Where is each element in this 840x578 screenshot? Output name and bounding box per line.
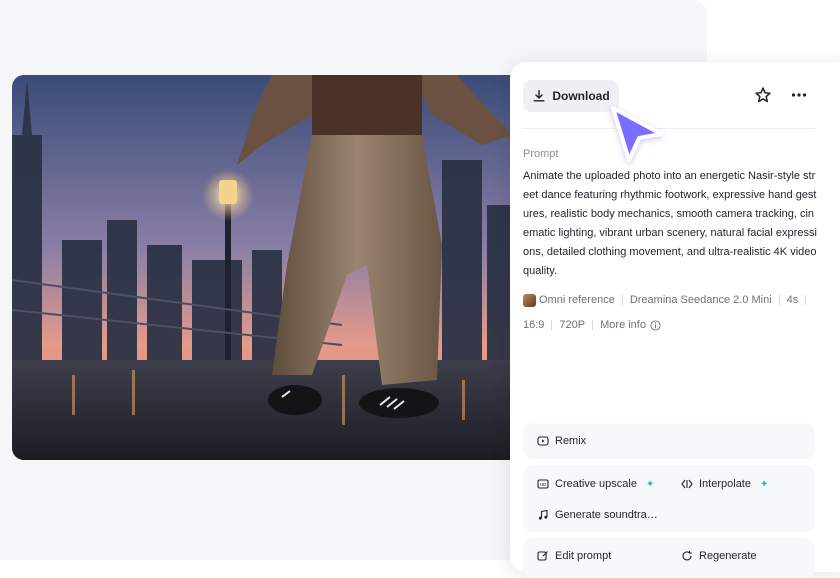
duration: 4s xyxy=(786,294,799,306)
download-icon xyxy=(533,90,545,102)
interpolate-button[interactable]: Interpolate ✦ xyxy=(681,478,768,490)
generate-soundtrack-button[interactable]: Generate soundtra… xyxy=(537,509,658,521)
prompt-label: Prompt xyxy=(523,148,559,160)
prompt-text: Animate the uploaded photo into an energ… xyxy=(523,170,817,277)
video-preview[interactable] xyxy=(12,75,532,460)
edit-icon xyxy=(537,551,548,561)
remix-card: Remix xyxy=(523,423,815,459)
detail-panel: Download Prompt Animate the uploaded pho… xyxy=(510,62,840,578)
regenerate-icon xyxy=(682,550,692,561)
more-dots-icon[interactable] xyxy=(790,86,808,104)
more-info-link[interactable]: More info xyxy=(600,319,646,331)
upscale-icon: HD xyxy=(537,479,549,489)
sparkle-icon: ✦ xyxy=(645,478,655,490)
omni-reference-thumbnail xyxy=(523,293,536,307)
download-button[interactable]: Download xyxy=(523,80,619,112)
download-label: Download xyxy=(552,89,610,103)
regenerate-label: Regenerate xyxy=(699,550,757,562)
edit-prompt-label: Edit prompt xyxy=(555,550,612,562)
creative-upscale-button[interactable]: HD Creative upscale ✦ xyxy=(537,478,654,490)
creative-upscale-label: Creative upscale xyxy=(555,478,637,490)
star-icon[interactable] xyxy=(754,86,772,104)
edit-card: Edit prompt Regenerate xyxy=(523,538,815,578)
remix-icon xyxy=(537,436,549,446)
interpolate-icon xyxy=(681,479,693,489)
model-name: Dreamina Seedance 2.0 Mini xyxy=(629,294,772,306)
meta-row-2: 16:9 720P More info xyxy=(523,317,661,333)
remix-button[interactable]: Remix xyxy=(537,435,586,447)
sparkle-icon: ✦ xyxy=(759,478,769,490)
edit-prompt-button[interactable]: Edit prompt xyxy=(537,550,611,562)
generate-soundtrack-label: Generate soundtra… xyxy=(555,509,658,521)
interpolate-label: Interpolate xyxy=(699,478,751,490)
regenerate-button[interactable]: Regenerate xyxy=(681,550,757,562)
omni-reference-label[interactable]: Omni reference xyxy=(539,294,615,306)
info-icon xyxy=(650,319,661,331)
header-divider xyxy=(523,128,815,129)
svg-text:HD: HD xyxy=(540,482,547,487)
music-note-icon xyxy=(538,509,548,520)
meta-row-1: Omni reference Dreamina Seedance 2.0 Min… xyxy=(523,292,813,308)
remix-label: Remix xyxy=(555,435,587,447)
aspect-ratio: 16:9 xyxy=(523,319,545,331)
resolution: 720P xyxy=(559,319,586,331)
enhance-card: HD Creative upscale ✦ Interpolate ✦ Gene… xyxy=(523,465,815,532)
